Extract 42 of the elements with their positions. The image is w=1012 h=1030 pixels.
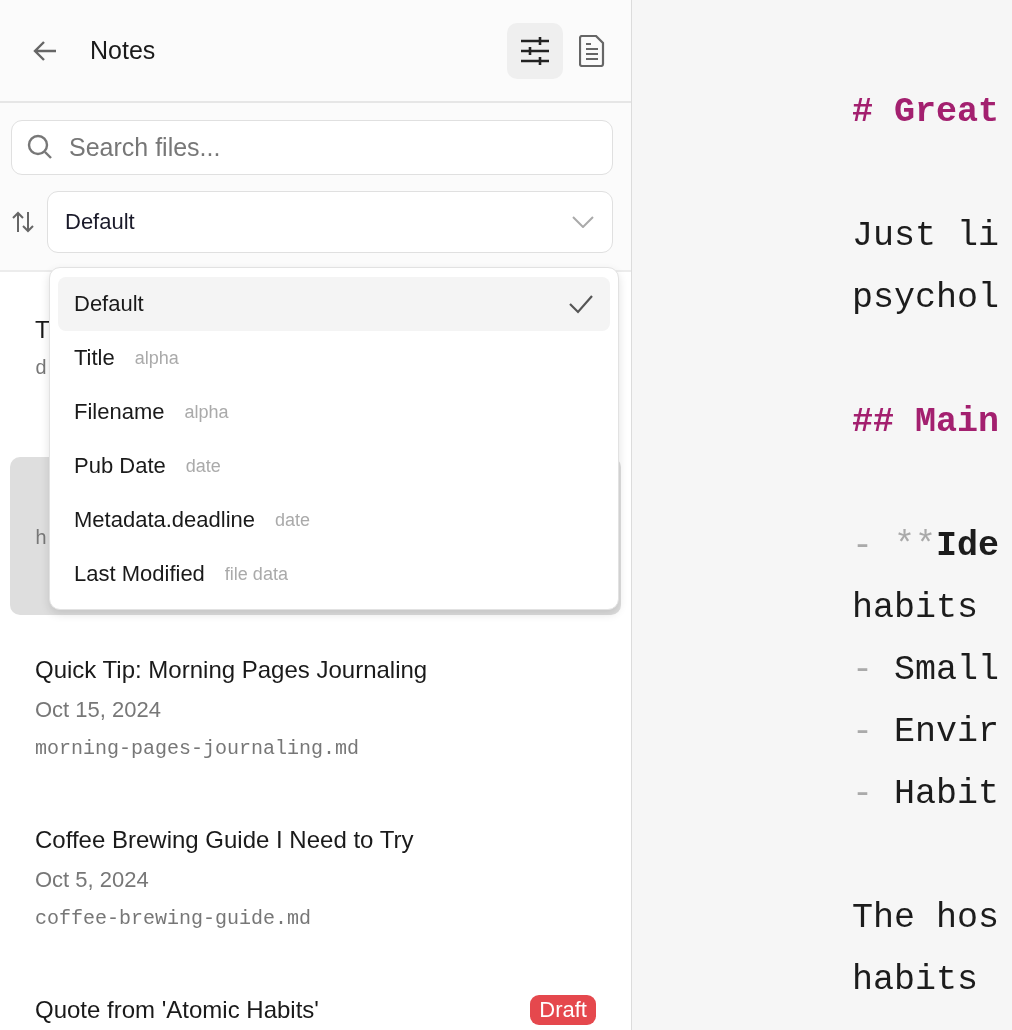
draft-badge: Draft <box>530 995 596 1025</box>
file-title: Coffee Brewing Guide I Need to Try <box>35 825 414 855</box>
back-arrow-icon[interactable] <box>32 39 58 62</box>
file-title: T <box>35 315 50 345</box>
file-name: d <box>35 356 47 382</box>
file-name: h <box>35 526 47 552</box>
list-item-line: - **Ide <box>852 525 1000 568</box>
list-item-line: - Small <box>852 649 1000 692</box>
sort-option[interactable]: Title alpha <box>58 331 610 385</box>
search-field[interactable]: Search files... <box>11 120 613 175</box>
check-icon <box>568 294 594 314</box>
list-item-line: - Envir <box>852 711 1000 754</box>
file-name: morning-pages-journaling.md <box>35 736 360 762</box>
file-date: Oct 15, 2024 <box>35 696 161 724</box>
editor-text-line: Just li <box>852 215 1000 258</box>
sort-option[interactable]: Default <box>58 277 610 331</box>
sort-option[interactable]: Filename alpha <box>58 385 610 439</box>
sort-dropdown[interactable]: Default <box>47 191 613 253</box>
markdown-heading: # Great <box>852 91 1000 134</box>
chevron-down-icon <box>572 216 594 228</box>
search-icon <box>27 134 53 160</box>
sort-option[interactable]: Metadata.deadline date <box>58 493 610 547</box>
sort-option[interactable]: Last Modified file data <box>58 547 610 601</box>
sort-option[interactable]: Pub Date date <box>58 439 610 493</box>
panel-title: Notes <box>90 36 157 65</box>
file-item[interactable]: Coffee Brewing Guide I Need to Try Oct 5, 2024 coffee-brewing-guide.md <box>10 797 621 955</box>
file-item[interactable]: Quick Tip: Morning Pages Journaling Oct 15, 2024 morning-pages-journaling.md <box>10 627 621 785</box>
settings-button[interactable] <box>507 22 563 79</box>
list-item-line: - Habit <box>852 773 1000 816</box>
editor-text-line: habits <box>852 587 979 630</box>
file-date: Oct 5, 2024 <box>35 866 149 894</box>
sort-icon <box>11 211 35 233</box>
file-title: Quick Tip: Morning Pages Journaling <box>35 655 428 685</box>
editor-text-line: The hos <box>852 897 1000 940</box>
file-title: Quote from 'Atomic Habits' <box>35 995 319 1025</box>
sliders-icon <box>520 36 550 65</box>
markdown-heading: ## Main <box>852 401 1000 444</box>
file-item[interactable]: Quote from 'Atomic Habits' Draft <box>10 967 621 1030</box>
editor-text-line: habits <box>852 959 979 1002</box>
file-name: coffee-brewing-guide.md <box>35 906 312 932</box>
document-icon[interactable] <box>579 34 605 67</box>
editor-text-line: psychol <box>852 277 1000 320</box>
